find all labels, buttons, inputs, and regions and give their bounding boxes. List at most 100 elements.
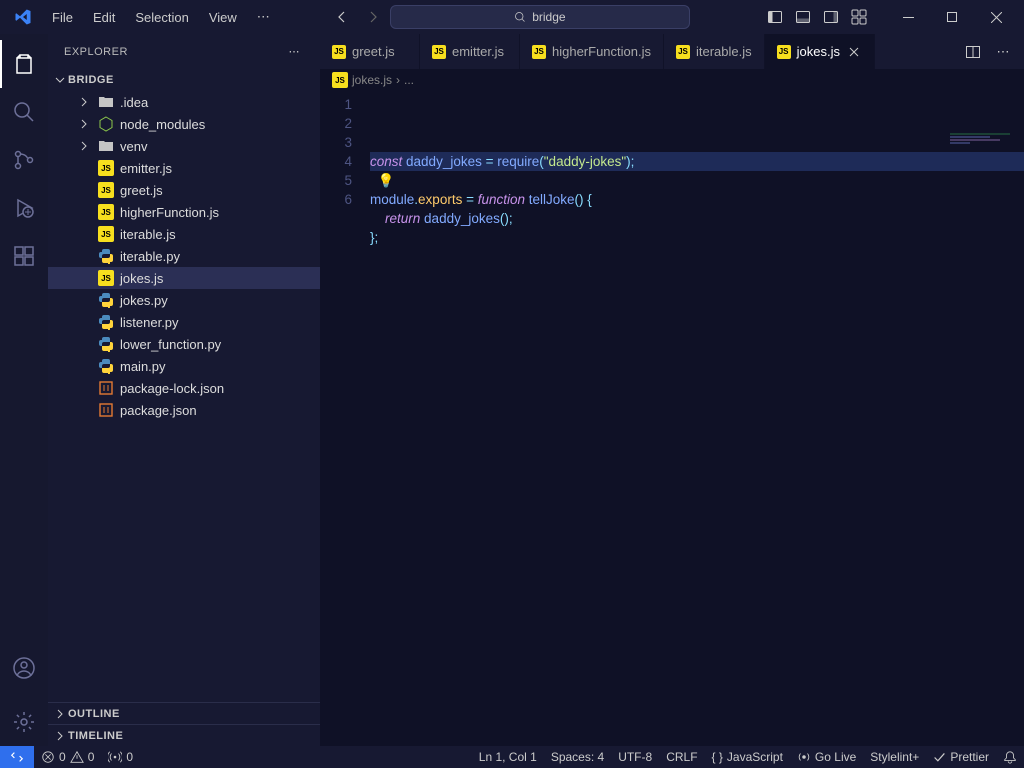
nav-forward-button[interactable] xyxy=(360,4,386,30)
editor-tab[interactable]: JSemitter.js xyxy=(420,34,520,69)
editor-more-icon[interactable]: ⋯ xyxy=(990,39,1016,65)
tree-file[interactable]: iterable.py xyxy=(48,245,320,267)
breadcrumb[interactable]: JS jokes.js › ... xyxy=(320,69,1024,91)
chevron-right-icon xyxy=(52,728,68,744)
project-name: BRIDGE xyxy=(68,74,114,86)
json-icon xyxy=(98,402,114,418)
status-prettier[interactable]: Prettier xyxy=(926,746,996,768)
tree-folder[interactable]: node_modules xyxy=(48,113,320,135)
tree-file[interactable]: JShigherFunction.js xyxy=(48,201,320,223)
activity-source-control-icon[interactable] xyxy=(0,136,48,184)
vscode-logo-icon xyxy=(14,8,32,26)
js-file-icon: JS xyxy=(532,45,546,59)
tree-file[interactable]: JSemitter.js xyxy=(48,157,320,179)
editor-tab[interactable]: JS iterable.js xyxy=(664,34,765,69)
tab-label: jokes.js xyxy=(797,44,840,59)
title-bar: File Edit Selection View ⋯ bridge xyxy=(0,0,1024,34)
timeline-section[interactable]: TIMELINE xyxy=(48,724,320,746)
tree-file[interactable]: JSiterable.js xyxy=(48,223,320,245)
window-close-button[interactable] xyxy=(974,0,1018,34)
close-icon[interactable] xyxy=(846,44,862,60)
tab-label: higherFunction.js xyxy=(552,44,651,59)
check-icon xyxy=(933,751,946,764)
bell-icon xyxy=(1003,750,1017,764)
menu-selection[interactable]: Selection xyxy=(127,6,196,29)
activity-accounts-icon[interactable] xyxy=(0,644,48,692)
tab-label: iterable.js xyxy=(696,44,752,59)
editor-tab[interactable]: JS jokes.js xyxy=(765,34,875,69)
tree-folder[interactable]: .idea xyxy=(48,91,320,113)
window-minimize-button[interactable] xyxy=(886,0,930,34)
status-encoding[interactable]: UTF-8 xyxy=(611,746,659,768)
chevron-right-icon xyxy=(52,706,68,722)
minimap[interactable] xyxy=(950,95,1010,107)
status-golive[interactable]: Go Live xyxy=(790,746,863,768)
activity-explorer-icon[interactable] xyxy=(0,40,48,88)
status-cursor-position[interactable]: Ln 1, Col 1 xyxy=(472,746,544,768)
layout-panel-icon[interactable] xyxy=(790,4,816,30)
tree-file[interactable]: package-lock.json xyxy=(48,377,320,399)
menu-edit[interactable]: Edit xyxy=(85,6,123,29)
tree-file[interactable]: JSgreet.js xyxy=(48,179,320,201)
editor-tab[interactable]: JS higherFunction.js xyxy=(520,34,664,69)
tree-item-label: node_modules xyxy=(120,117,205,132)
layout-customize-icon[interactable] xyxy=(846,4,872,30)
tree-file[interactable]: lower_function.py xyxy=(48,333,320,355)
line-gutter: 123456 xyxy=(320,91,370,746)
status-problems[interactable]: 0 0 xyxy=(34,746,101,768)
code-editor[interactable]: 123456 const daddy_jokes = require("dadd… xyxy=(320,91,1024,746)
tree-file[interactable]: package.json xyxy=(48,399,320,421)
menu-file[interactable]: File xyxy=(44,6,81,29)
chevron-right-icon xyxy=(76,138,92,154)
js-file-icon: JS xyxy=(332,45,346,59)
activity-run-debug-icon[interactable] xyxy=(0,184,48,232)
status-ports[interactable]: 0 xyxy=(101,746,140,768)
tree-file[interactable]: listener.py xyxy=(48,311,320,333)
js-icon: JS xyxy=(98,204,114,220)
status-indentation[interactable]: Spaces: 4 xyxy=(544,746,611,768)
py-icon xyxy=(98,314,114,330)
layout-sidebar-right-icon[interactable] xyxy=(818,4,844,30)
project-root[interactable]: BRIDGE xyxy=(48,69,320,91)
tree-item-label: iterable.js xyxy=(120,227,176,242)
menu-view[interactable]: View xyxy=(201,6,245,29)
js-file-icon: JS xyxy=(676,45,690,59)
tree-file[interactable]: jokes.py xyxy=(48,289,320,311)
nav-back-button[interactable] xyxy=(330,4,356,30)
js-file-icon: JS xyxy=(777,45,791,59)
status-notifications[interactable] xyxy=(996,746,1024,768)
status-language[interactable]: { } JavaScript xyxy=(705,746,790,768)
py-icon xyxy=(98,336,114,352)
explorer-more-icon[interactable]: ⋯ xyxy=(285,43,305,60)
search-icon xyxy=(514,11,526,23)
js-icon: JS xyxy=(98,182,114,198)
code-content[interactable]: const daddy_jokes = require("daddy-jokes… xyxy=(370,91,1024,746)
remote-indicator[interactable] xyxy=(0,746,34,768)
folder-icon xyxy=(98,138,114,154)
tree-item-label: package-lock.json xyxy=(120,381,224,396)
menu-more-icon[interactable]: ⋯ xyxy=(249,5,278,29)
activity-settings-icon[interactable] xyxy=(0,698,48,746)
editor-area: JSgreet.jsJSemitter.jsJShigherFunction.j… xyxy=(320,34,1024,746)
tree-file[interactable]: JSjokes.js xyxy=(48,267,320,289)
activity-extensions-icon[interactable] xyxy=(0,232,48,280)
command-center-search[interactable]: bridge xyxy=(390,5,690,29)
split-editor-icon[interactable] xyxy=(960,39,986,65)
tree-folder[interactable]: venv xyxy=(48,135,320,157)
layout-sidebar-left-icon[interactable] xyxy=(762,4,788,30)
tree-file[interactable]: main.py xyxy=(48,355,320,377)
status-stylelint[interactable]: Stylelint+ xyxy=(863,746,926,768)
py-icon xyxy=(98,248,114,264)
json-icon xyxy=(98,380,114,396)
tree-item-label: main.py xyxy=(120,359,166,374)
outline-section[interactable]: OUTLINE xyxy=(48,702,320,724)
activity-search-icon[interactable] xyxy=(0,88,48,136)
explorer-title: EXPLORER xyxy=(64,46,128,58)
window-maximize-button[interactable] xyxy=(930,0,974,34)
py-icon xyxy=(98,292,114,308)
tab-label: emitter.js xyxy=(452,44,504,59)
chevron-right-icon xyxy=(76,94,92,110)
editor-tab[interactable]: JSgreet.js xyxy=(320,34,420,69)
search-text: bridge xyxy=(532,10,565,24)
status-eol[interactable]: CRLF xyxy=(659,746,704,768)
